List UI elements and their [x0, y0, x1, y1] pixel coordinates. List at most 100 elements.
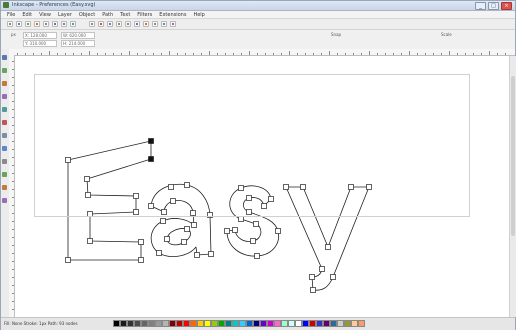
- command-tool-button[interactable]: [34, 21, 40, 27]
- path-node[interactable]: [181, 239, 187, 245]
- minimize-button[interactable]: _: [475, 2, 486, 10]
- menu-object[interactable]: Object: [79, 11, 95, 18]
- toolbox-tool-icon[interactable]: [2, 159, 7, 164]
- toolbox-tool-icon[interactable]: [2, 55, 7, 60]
- color-swatch[interactable]: [176, 320, 183, 327]
- path-node[interactable]: [309, 274, 315, 280]
- path-node[interactable]: [224, 228, 230, 234]
- color-swatch[interactable]: [239, 320, 246, 327]
- color-swatch[interactable]: [358, 320, 365, 327]
- path-node[interactable]: [156, 250, 162, 256]
- menu-path[interactable]: Path: [102, 11, 113, 18]
- color-swatch[interactable]: [204, 320, 211, 327]
- command-tool-button[interactable]: [143, 21, 149, 27]
- toolbox-tool-icon[interactable]: [2, 172, 7, 177]
- path-node[interactable]: [65, 257, 71, 263]
- path-node[interactable]: [184, 226, 190, 232]
- command-tool-button[interactable]: [170, 21, 176, 27]
- command-tool-button[interactable]: [125, 21, 131, 27]
- color-swatch[interactable]: [127, 320, 134, 327]
- path-node[interactable]: [254, 253, 260, 259]
- color-swatch[interactable]: [253, 320, 260, 327]
- menu-edit[interactable]: Edit: [22, 11, 32, 18]
- menu-extensions[interactable]: Extensions: [159, 11, 186, 18]
- command-tool-button[interactable]: [89, 21, 95, 27]
- color-swatch[interactable]: [120, 320, 127, 327]
- color-swatch[interactable]: [183, 320, 190, 327]
- color-swatch[interactable]: [190, 320, 197, 327]
- color-swatch[interactable]: [197, 320, 204, 327]
- menu-file[interactable]: File: [7, 11, 15, 18]
- color-swatch[interactable]: [274, 320, 281, 327]
- color-swatch[interactable]: [330, 320, 337, 327]
- color-swatch[interactable]: [344, 320, 351, 327]
- color-swatch[interactable]: [260, 320, 267, 327]
- color-swatch[interactable]: [246, 320, 253, 327]
- command-tool-button[interactable]: [152, 21, 158, 27]
- path-node[interactable]: [310, 287, 316, 293]
- color-swatch[interactable]: [155, 320, 162, 327]
- path-node[interactable]: [194, 252, 200, 258]
- command-tool-button[interactable]: [98, 21, 104, 27]
- w-field[interactable]: W: 620.000: [61, 32, 95, 39]
- color-swatch[interactable]: [162, 320, 169, 327]
- path-node[interactable]: [330, 274, 336, 280]
- path-node[interactable]: [138, 257, 144, 263]
- toolbox-tool-icon[interactable]: [2, 81, 7, 86]
- color-swatch[interactable]: [295, 320, 302, 327]
- path-node[interactable]: [160, 218, 166, 224]
- command-tool-button[interactable]: [161, 21, 167, 27]
- toolbox-tool-icon[interactable]: [2, 68, 7, 73]
- path-node[interactable]: [253, 221, 259, 227]
- color-swatch[interactable]: [141, 320, 148, 327]
- color-swatch[interactable]: [113, 320, 120, 327]
- h-field[interactable]: H: 214.000: [61, 40, 95, 47]
- command-tool-button[interactable]: [61, 21, 67, 27]
- color-swatch[interactable]: [281, 320, 288, 327]
- color-swatch[interactable]: [148, 320, 155, 327]
- x-field[interactable]: X: 128.000: [23, 32, 57, 39]
- path-node[interactable]: [208, 251, 214, 257]
- toolbox-tool-icon[interactable]: [2, 198, 7, 203]
- path-node[interactable]: [275, 228, 281, 234]
- color-swatch[interactable]: [302, 320, 309, 327]
- vertical-scroll-thumb[interactable]: [511, 76, 515, 236]
- command-tool-button[interactable]: [70, 21, 76, 27]
- path-node[interactable]: [319, 266, 325, 272]
- maximize-button[interactable]: □: [488, 2, 499, 10]
- color-swatch[interactable]: [267, 320, 274, 327]
- color-swatch[interactable]: [232, 320, 239, 327]
- command-tool-button[interactable]: [134, 21, 140, 27]
- path-node[interactable]: [238, 216, 244, 222]
- toolbox-tool-icon[interactable]: [2, 133, 7, 138]
- close-button[interactable]: ×: [501, 2, 512, 10]
- color-swatch[interactable]: [225, 320, 232, 327]
- vertical-scrollbar[interactable]: [509, 56, 516, 317]
- color-swatch[interactable]: [218, 320, 225, 327]
- toolbox-tool-icon[interactable]: [2, 94, 7, 99]
- color-swatch[interactable]: [316, 320, 323, 327]
- color-swatch[interactable]: [169, 320, 176, 327]
- toolbox-tool-icon[interactable]: [2, 146, 7, 151]
- path-node[interactable]: [325, 244, 331, 250]
- color-swatch[interactable]: [211, 320, 218, 327]
- path-node[interactable]: [232, 227, 238, 233]
- color-swatch[interactable]: [288, 320, 295, 327]
- command-tool-button[interactable]: [116, 21, 122, 27]
- menu-filters[interactable]: Filters: [137, 11, 152, 18]
- menu-layer[interactable]: Layer: [58, 11, 72, 18]
- color-swatch[interactable]: [309, 320, 316, 327]
- path-node[interactable]: [138, 239, 144, 245]
- command-tool-button[interactable]: [16, 21, 22, 27]
- menu-text[interactable]: Text: [120, 11, 130, 18]
- toolbox-tool-icon[interactable]: [2, 120, 7, 125]
- command-tool-button[interactable]: [25, 21, 31, 27]
- toolbox-tool-icon[interactable]: [2, 185, 7, 190]
- color-swatch[interactable]: [351, 320, 358, 327]
- color-swatch[interactable]: [323, 320, 330, 327]
- menu-view[interactable]: View: [39, 11, 51, 18]
- path-node[interactable]: [191, 222, 197, 228]
- horizontal-ruler[interactable]: [9, 49, 515, 56]
- y-field[interactable]: Y: 310.000: [23, 40, 57, 47]
- command-tool-button[interactable]: [107, 21, 113, 27]
